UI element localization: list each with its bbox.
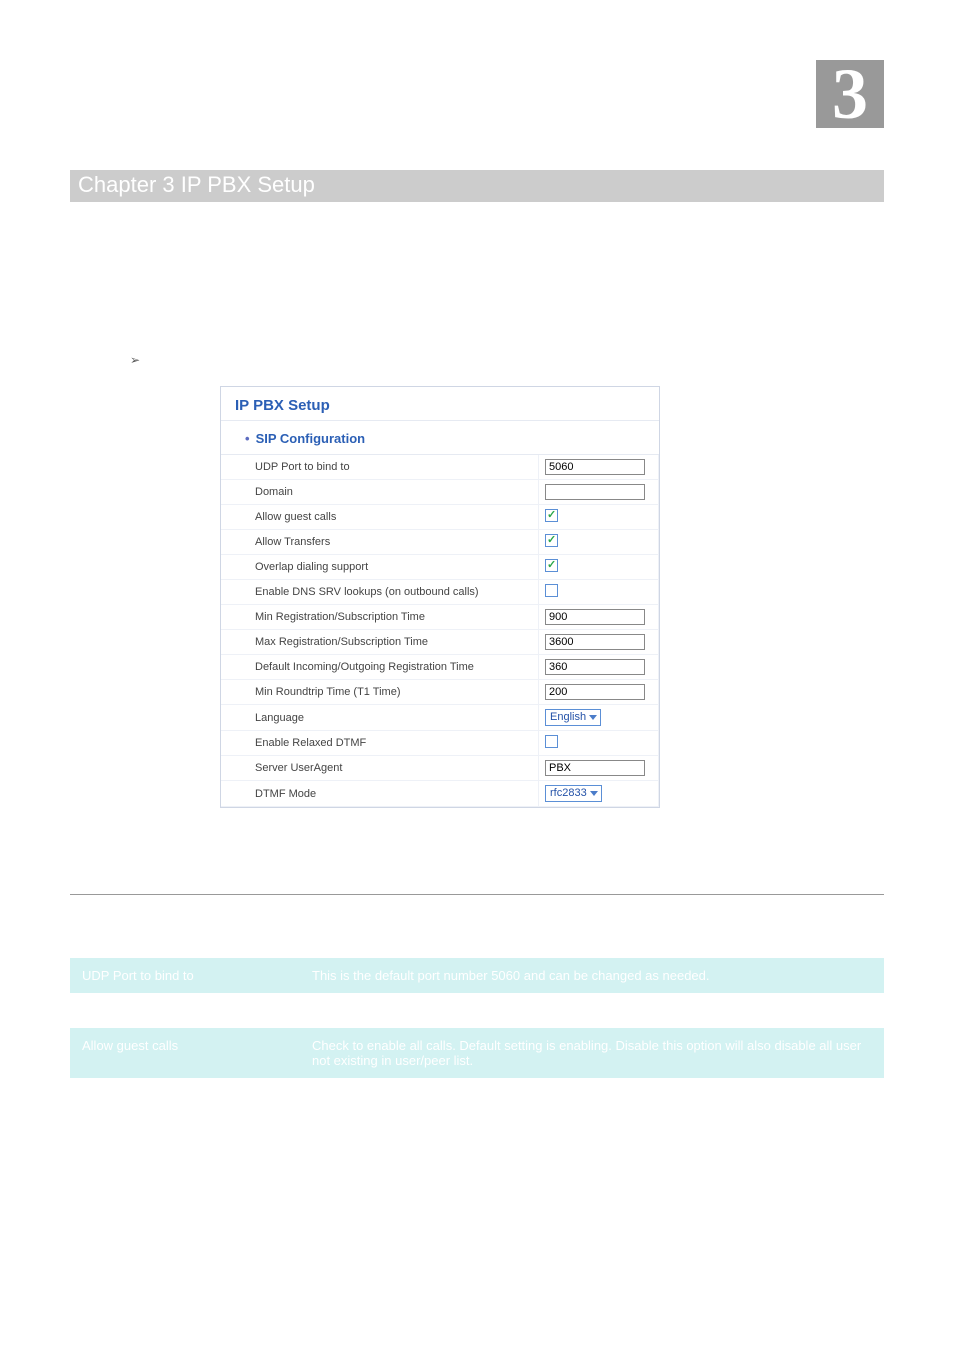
form-select[interactable]: rfc2833 xyxy=(545,785,602,802)
form-label: Server UserAgent xyxy=(221,756,539,781)
screenshot-title: IP PBX Setup xyxy=(235,397,330,414)
form-label: Allow Transfers xyxy=(221,530,539,555)
after-screenshot-text: This section describes the basic setting… xyxy=(70,834,884,883)
form-text-input[interactable] xyxy=(545,684,645,700)
form-text-input[interactable] xyxy=(545,760,645,776)
section-intro-text: SIP (Session Initiation Protocol) is a p… xyxy=(70,277,884,326)
chapter-title-bar: Chapter 3 IP PBX Setup xyxy=(70,170,884,202)
form-label: UDP Port to bind to xyxy=(221,455,539,480)
form-text-input[interactable] xyxy=(545,634,645,650)
form-checkbox[interactable] xyxy=(545,584,558,597)
table-header-field: Field Name xyxy=(70,923,300,958)
form-select[interactable]: English xyxy=(545,709,601,726)
form-checkbox[interactable] xyxy=(545,559,558,572)
form-label: DTMF Mode xyxy=(221,781,539,807)
field-name-cell: UDP Port to bind to xyxy=(70,958,300,993)
form-label: Max Registration/Subscription Time xyxy=(221,630,539,655)
field-description-table: Field Name Description UDP Port to bind … xyxy=(70,923,884,1113)
field-name-cell: Domain xyxy=(70,993,300,1028)
form-label: Enable Relaxed DTMF xyxy=(221,731,539,756)
field-desc-cell: Check to enable call transfer function xyxy=(300,1078,884,1113)
table-row: UDP Port to bind toThis is the default p… xyxy=(70,958,884,993)
arrow-icon: ➢ xyxy=(130,353,142,367)
field-name-cell: Allow Transfers xyxy=(70,1078,300,1113)
table-row: Allow TransfersCheck to enable call tran… xyxy=(70,1078,884,1113)
sub-point-row: ➢ SIP Configuration xyxy=(130,352,884,368)
form-label: Language xyxy=(221,705,539,731)
table-row: DomainYour host name xyxy=(70,993,884,1028)
table-header-desc: Description xyxy=(300,923,884,958)
form-label: Min Roundtrip Time (T1 Time) xyxy=(221,680,539,705)
sub-point-label: SIP Configuration xyxy=(152,352,270,368)
chapter-number-badge: 3 xyxy=(816,60,884,128)
divider xyxy=(70,894,884,895)
form-checkbox[interactable] xyxy=(545,735,558,748)
form-label: Allow guest calls xyxy=(221,505,539,530)
form-text-input[interactable] xyxy=(545,484,645,500)
section-heading: 3.1 SIP Basic Settings xyxy=(70,242,884,263)
form-label: Min Registration/Subscription Time xyxy=(221,605,539,630)
field-desc-cell: Check to enable all calls. Default setti… xyxy=(300,1028,884,1078)
form-label: Enable DNS SRV lookups (on outbound call… xyxy=(221,580,539,605)
table-row: Allow guest callsCheck to enable all cal… xyxy=(70,1028,884,1078)
field-desc-cell: This is the default port number 5060 and… xyxy=(300,958,884,993)
field-desc-cell: Your host name xyxy=(300,993,884,1028)
screenshot-subtitle: •SIP Configuration xyxy=(221,421,659,455)
form-label: Overlap dialing support xyxy=(221,555,539,580)
form-text-input[interactable] xyxy=(545,659,645,675)
form-label: Domain xyxy=(221,480,539,505)
form-label: Default Incoming/Outgoing Registration T… xyxy=(221,655,539,680)
screenshot-form-table: UDP Port to bind toDomainAllow guest cal… xyxy=(221,455,659,807)
field-name-cell: Allow guest calls xyxy=(70,1028,300,1078)
form-checkbox[interactable] xyxy=(545,509,558,522)
form-text-input[interactable] xyxy=(545,609,645,625)
embedded-screenshot: IP PBX Setup •SIP Configuration UDP Port… xyxy=(220,386,804,808)
form-text-input[interactable] xyxy=(545,459,645,475)
form-checkbox[interactable] xyxy=(545,534,558,547)
